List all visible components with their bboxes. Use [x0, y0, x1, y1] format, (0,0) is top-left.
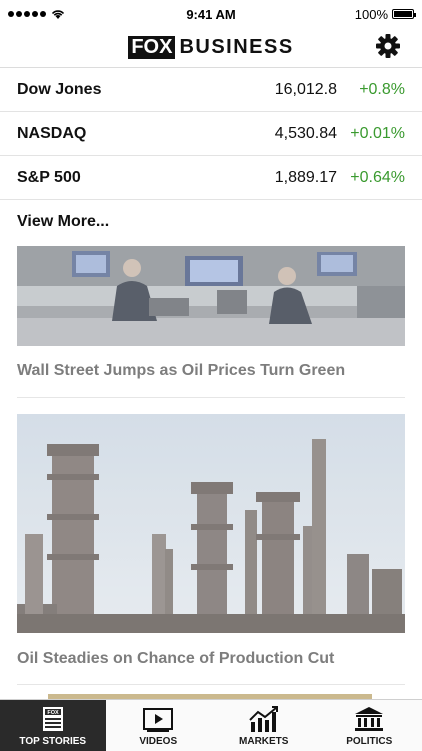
tab-videos[interactable]: VIDEOS — [106, 700, 212, 751]
tab-label: VIDEOS — [139, 736, 177, 747]
view-more-link[interactable]: View More... — [0, 200, 422, 244]
ticker-value: 4,530.84 — [217, 125, 337, 143]
tab-label: TOP STORIES — [19, 736, 86, 747]
story-title[interactable]: Oil Steadies on Chance of Production Cut — [17, 650, 405, 668]
ticker-row-dow[interactable]: Dow Jones 16,012.8 +0.8% — [0, 68, 422, 112]
app-header: FOX BUSINESS — [0, 28, 422, 66]
signal-indicator — [0, 9, 65, 20]
ticker-value: 1,889.17 — [217, 169, 337, 187]
battery-percent: 100% — [355, 7, 388, 22]
ticker-row-sp500[interactable]: S&P 500 1,889.17 +0.64% — [0, 156, 422, 200]
signal-icon — [8, 11, 46, 17]
tab-bar: FOX TOP STORIES VIDEOS MARKETS — [0, 699, 422, 751]
tab-markets[interactable]: MARKETS — [211, 700, 317, 751]
fox-news-icon: FOX — [42, 706, 64, 732]
battery-icon — [392, 9, 414, 19]
ticker-value: 16,012.8 — [217, 81, 337, 99]
ticker-row-nasdaq[interactable]: NASDAQ 4,530.84 +0.01% — [0, 112, 422, 156]
fox-business-logo: FOX BUSINESS — [128, 36, 293, 59]
gear-icon[interactable] — [374, 32, 402, 60]
play-icon — [143, 708, 173, 732]
status-bar: 9:41 AM 100% — [0, 0, 422, 28]
capitol-icon — [353, 706, 385, 732]
ticker-name: S&P 500 — [17, 169, 217, 187]
ticker-name: Dow Jones — [17, 81, 217, 99]
ticker-change: +0.01% — [337, 125, 405, 143]
story-title[interactable]: Wall Street Jumps as Oil Prices Turn Gre… — [17, 362, 405, 380]
tab-politics[interactable]: POLITICS — [317, 700, 422, 751]
trading-floor-photo[interactable] — [17, 246, 405, 346]
wifi-icon — [51, 9, 65, 20]
tab-label: POLITICS — [346, 736, 392, 747]
ticker-change: +0.64% — [337, 169, 405, 187]
divider — [17, 397, 405, 398]
svg-text:FOX: FOX — [47, 710, 59, 716]
ticker-name: NASDAQ — [17, 125, 217, 143]
logo-business: BUSINESS — [179, 36, 293, 59]
tab-top-stories[interactable]: FOX TOP STORIES — [0, 700, 106, 751]
divider — [17, 684, 405, 685]
tab-label: MARKETS — [239, 736, 288, 747]
market-tickers: Dow Jones 16,012.8 +0.8% NASDAQ 4,530.84… — [0, 67, 422, 244]
chart-icon — [248, 706, 280, 732]
ticker-change: +0.8% — [337, 81, 405, 99]
logo-fox: FOX — [128, 36, 175, 59]
oil-refinery-photo[interactable] — [17, 414, 405, 633]
